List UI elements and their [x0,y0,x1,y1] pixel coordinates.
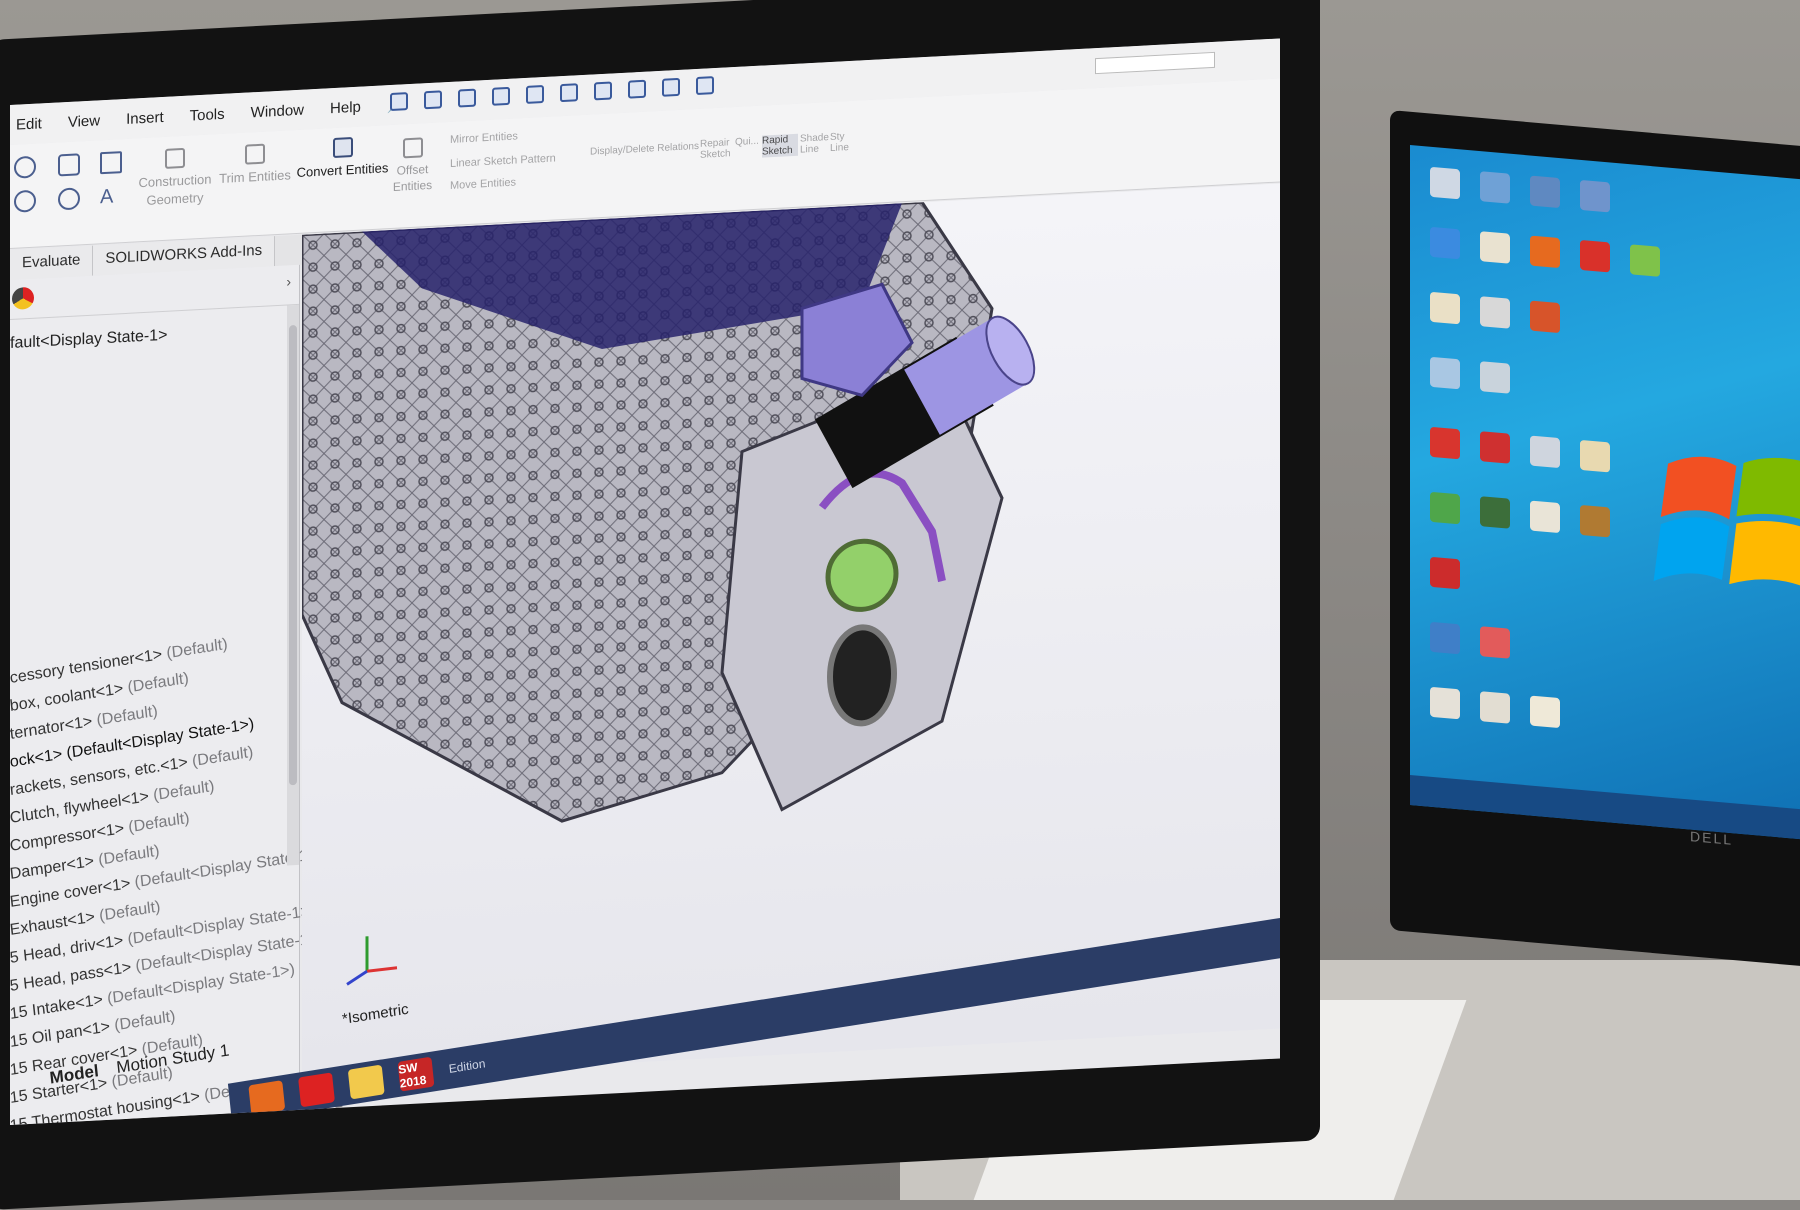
desktop-shortcut-icon[interactable] [1430,686,1460,720]
construction-geometry-button[interactable]: Construction Geometry [130,146,220,210]
trim-entities-icon [245,143,265,165]
desktop-shortcut-icon[interactable] [1480,296,1510,329]
desktop-shortcut-icon[interactable] [1480,626,1510,659]
print-icon[interactable] [526,85,544,104]
text-tool-icon[interactable]: A [100,185,122,209]
tree-item-config: (Default) [191,743,255,771]
desktop-shortcut-icon[interactable] [1430,556,1460,590]
tree-scrollbar[interactable] [287,304,299,866]
construction-geometry-icon [165,147,185,169]
options-icon[interactable] [696,76,714,96]
trim-entities-button[interactable]: Trim Entities [215,142,295,188]
tree-root-item[interactable]: fault<Display State-1> [10,327,167,353]
sty-line-button[interactable]: Sty Line [830,131,856,154]
tree-item-name: ock<1> [10,745,64,771]
desktop-shortcut-icon[interactable] [1530,175,1560,209]
repair-sketch-button[interactable]: Repair Sketch [700,137,731,161]
tree-item-config: (Default) [126,669,190,697]
arc-tool-icon[interactable] [14,189,36,213]
desktop-shortcut-icon[interactable] [1480,361,1510,394]
solidworks-window: Edit View Insert Tools Window Help 📌 A C [10,38,1280,1125]
desktop-shortcut-icon[interactable] [1580,504,1610,538]
rectangle-tool-icon[interactable] [100,151,122,175]
chevron-right-icon[interactable]: › [286,273,291,289]
edition-text: Edition [448,1056,487,1076]
mirror-entities-button[interactable]: Mirror Entities [450,130,518,146]
desktop-shortcut-icon[interactable] [1480,431,1510,464]
menu-insert[interactable]: Insert [126,108,164,127]
tab-motion-study[interactable]: Motion Study 1 [115,1041,230,1079]
windows-logo-icon [1653,456,1800,588]
circle-tool-icon[interactable] [14,155,36,179]
solidworks-taskbar-icon[interactable]: SW 2018 [397,1056,435,1092]
file-explorer-icon[interactable] [347,1064,385,1100]
save-icon[interactable] [492,86,510,106]
desktop-shortcut-icon[interactable] [1480,691,1510,724]
menu-tools[interactable]: Tools [190,105,225,124]
quick-snaps-button[interactable]: Qui... [735,136,759,148]
axis-triad-icon [346,936,398,986]
desktop-shortcut-icon[interactable] [1580,239,1610,273]
rebuild-icon[interactable] [662,77,680,97]
menu-help[interactable]: Help [330,98,361,117]
firefox-icon[interactable] [248,1080,286,1116]
ie-icon[interactable] [1430,226,1460,260]
convert-entities-icon [332,137,353,159]
desktop-shortcut-icon[interactable] [1430,621,1460,655]
polygon-tool-icon[interactable] [58,187,80,211]
tab-evaluate[interactable]: Evaluate [10,245,94,280]
sketch-tools-group: A [14,147,134,243]
select-icon[interactable] [628,79,646,99]
linear-sketch-pattern-button[interactable]: Linear Sketch Pattern [450,152,556,170]
home-icon[interactable] [390,92,408,112]
rapid-sketch-button[interactable]: Rapid Sketch [762,133,798,158]
front-seal-shape [827,624,897,727]
spline-tool-icon[interactable] [58,153,80,177]
tree-item-config: (Default) [97,842,161,869]
open-icon[interactable] [458,88,476,108]
offset-entities-icon [402,137,423,159]
desktop-shortcut-icon[interactable] [1430,426,1460,460]
menu-window[interactable]: Window [251,101,304,121]
tree-item-config: (Default) [165,635,229,663]
desktop-shortcut-icon[interactable] [1580,179,1610,213]
desktop-shortcut-icon[interactable] [1530,435,1560,469]
appearance-icon[interactable] [12,286,34,310]
tree-item-config: (Default) [95,702,159,730]
recycle-bin-icon[interactable] [1430,166,1460,200]
new-document-icon[interactable] [424,90,442,110]
tab-model[interactable]: Model [49,1061,100,1088]
desktop-shortcut-icon[interactable] [1430,356,1460,390]
feature-manager-tree: › fault<Display State-1> cessory tension… [10,264,378,1125]
tree-item-config: (Default) [127,809,191,837]
crank-sensor-shape [825,538,899,612]
autodesk-icon[interactable] [1530,300,1560,334]
firefox-icon[interactable] [1530,235,1560,269]
menu-view[interactable]: View [68,112,100,131]
scrollbar-thumb[interactable] [289,324,297,786]
undo-icon[interactable] [560,83,578,103]
desktop-shortcut-icon[interactable] [1530,500,1560,534]
desktop-shortcut-icon[interactable] [1480,496,1510,529]
windows-desktop [1410,145,1800,840]
desktop-shortcut-icon[interactable] [1480,171,1510,204]
move-entities-button[interactable]: Move Entities [450,176,516,191]
desktop-shortcut-icon[interactable] [1430,491,1460,525]
desktop-shortcut-icon[interactable] [1430,291,1460,325]
convert-entities-button[interactable]: Convert Entities [295,135,390,182]
desktop-shortcut-icon[interactable] [1580,439,1610,473]
display-delete-relations-button[interactable]: Display/Delete Relations [590,141,699,158]
shade-line-button[interactable]: Shade Line [800,132,830,156]
tree-item-config: (Default) [113,1008,177,1035]
desktop-shortcut-icon[interactable] [1480,231,1510,264]
tree-item-config: (Default) [152,777,216,805]
menu-edit[interactable]: Edit [16,115,42,133]
desktop-shortcut-icon[interactable] [1630,244,1660,277]
desktop-shortcut-icon[interactable] [1530,695,1560,729]
offset-entities-button[interactable]: Offset Entities [385,136,440,195]
tree-item-config: (Default) [98,898,162,925]
acrobat-icon[interactable] [298,1072,335,1108]
redo-icon[interactable] [594,81,612,101]
